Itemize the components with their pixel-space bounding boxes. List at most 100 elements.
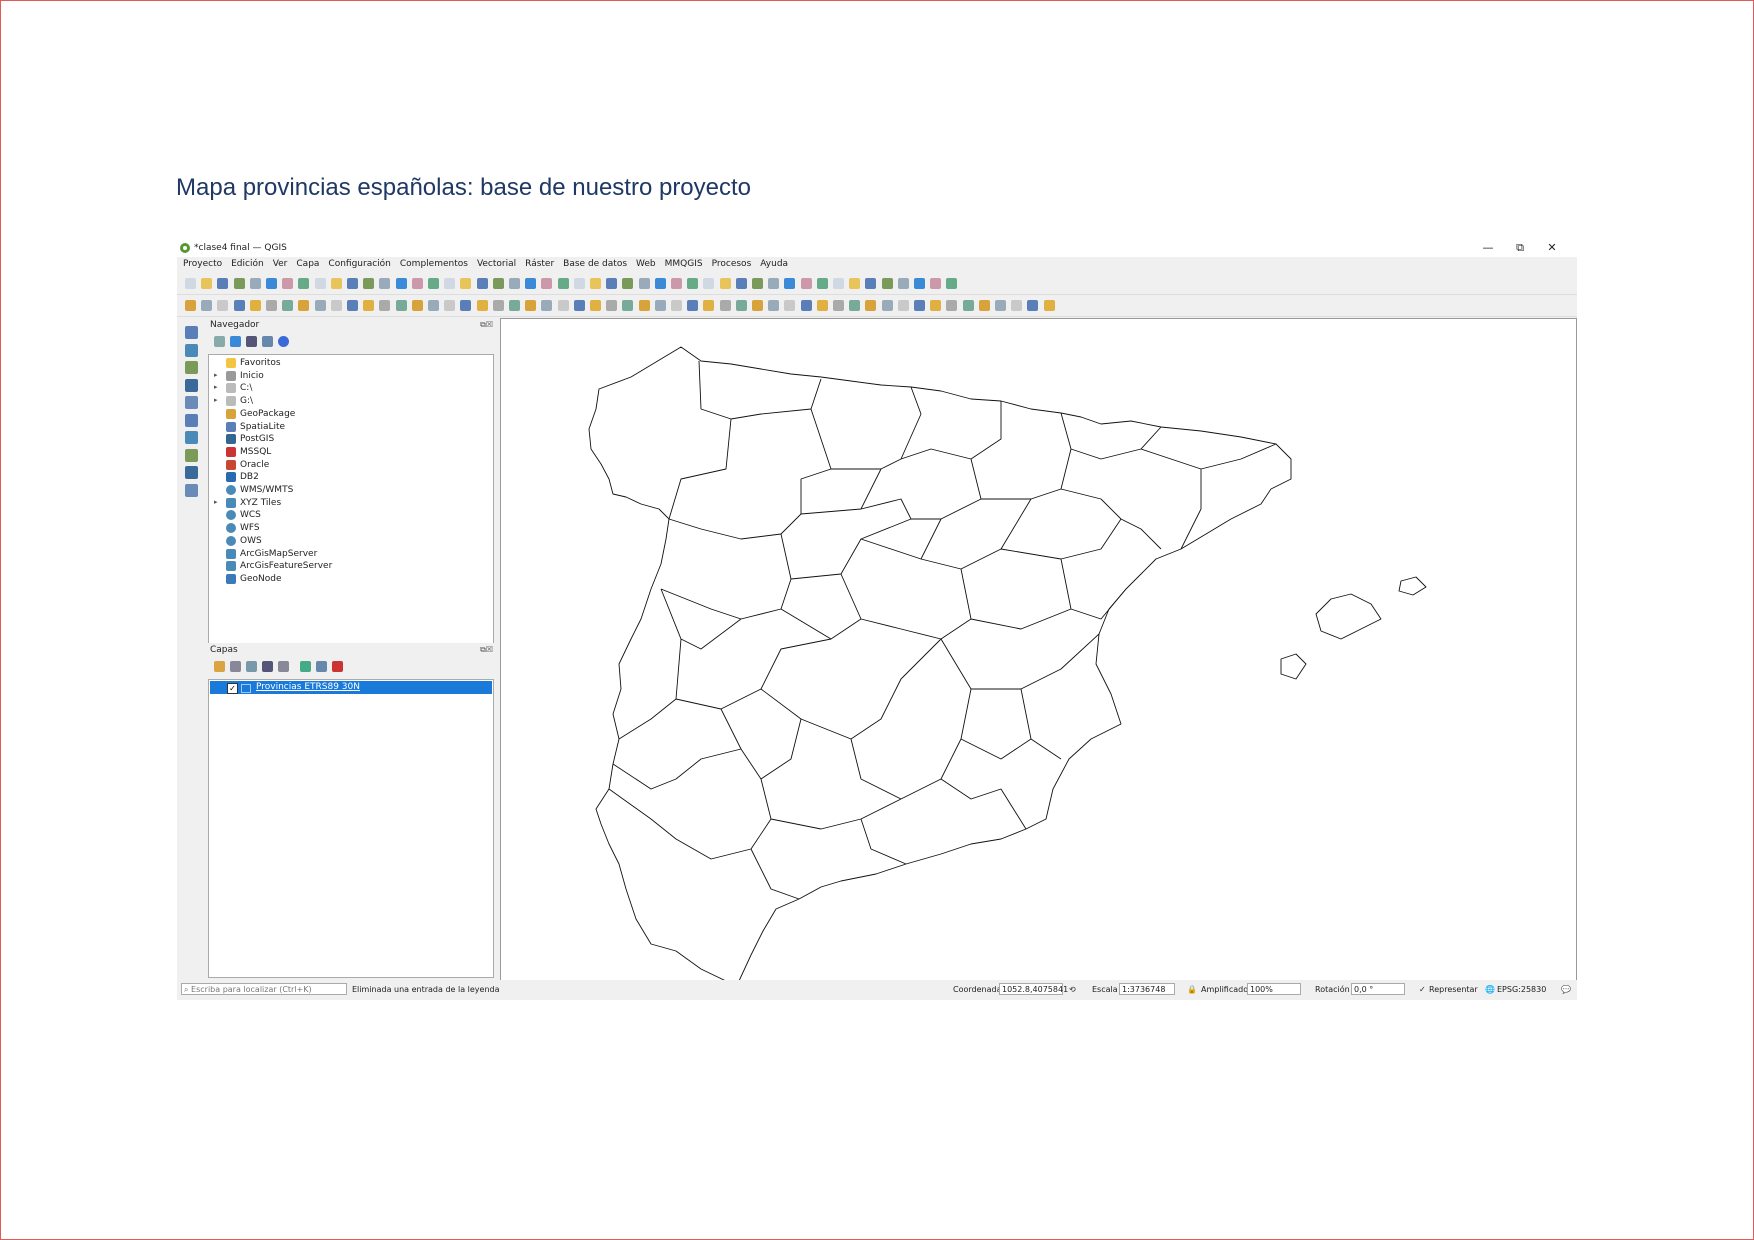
main-tool-icon[interactable] <box>266 278 277 289</box>
add-layer-icon[interactable] <box>185 326 198 339</box>
remove-layer-icon[interactable] <box>332 661 343 672</box>
edit-tool-icon[interactable] <box>849 300 861 311</box>
edit-tool-icon[interactable] <box>557 300 569 311</box>
browser-item[interactable]: PostGIS <box>209 433 489 446</box>
filter-legend-icon[interactable] <box>262 661 273 672</box>
edit-tool-icon[interactable] <box>590 300 601 311</box>
main-tool-icon[interactable] <box>914 278 925 289</box>
edit-tool-icon[interactable] <box>654 300 666 311</box>
menu-ayuda[interactable]: Ayuda <box>760 257 788 271</box>
toggle-extents-icon[interactable]: ⟲ <box>1069 984 1076 996</box>
main-tool-icon[interactable] <box>492 278 504 289</box>
browser-item[interactable]: ▸ Inicio <box>209 370 489 383</box>
edit-tool-icon[interactable] <box>347 300 358 311</box>
main-tool-icon[interactable] <box>282 278 294 289</box>
edit-tool-icon[interactable] <box>914 300 925 311</box>
browser-item[interactable]: ▸ C:\ <box>209 382 489 395</box>
main-tool-icon[interactable] <box>347 278 358 289</box>
edit-tool-icon[interactable] <box>233 300 245 311</box>
edit-tool-icon[interactable] <box>606 300 618 311</box>
edit-tool-icon[interactable] <box>525 300 537 311</box>
menu-base-de-datos[interactable]: Base de datos <box>563 257 627 271</box>
edit-tool-icon[interactable] <box>395 300 407 311</box>
main-tool-icon[interactable] <box>460 278 472 289</box>
restore-button[interactable]: ⧉ <box>1505 241 1535 255</box>
main-tool-icon[interactable] <box>233 278 245 289</box>
main-tool-icon[interactable] <box>363 278 375 289</box>
main-tool-icon[interactable] <box>816 278 828 289</box>
menu-ver[interactable]: Ver <box>273 257 288 271</box>
close-button[interactable]: ✕ <box>1537 241 1567 254</box>
add-layer-icon[interactable] <box>185 431 198 444</box>
edit-tool-icon[interactable] <box>865 300 877 311</box>
refresh-icon[interactable] <box>230 336 241 347</box>
main-tool-icon[interactable] <box>606 278 618 289</box>
main-tool-icon[interactable] <box>735 278 747 289</box>
main-tool-icon[interactable] <box>622 278 634 289</box>
browser-item[interactable]: Favoritos <box>209 357 489 370</box>
main-tool-icon[interactable] <box>897 278 909 289</box>
manage-visibility-icon[interactable] <box>246 661 257 672</box>
add-layer-icon[interactable] <box>185 466 198 479</box>
main-tool-icon[interactable] <box>687 278 699 289</box>
main-tool-icon[interactable] <box>833 278 844 289</box>
browser-item[interactable]: MSSQL <box>209 446 489 459</box>
browser-item[interactable]: ▸ G:\ <box>209 395 489 408</box>
main-tool-icon[interactable] <box>784 278 796 289</box>
main-tool-icon[interactable] <box>314 278 326 289</box>
edit-tool-icon[interactable] <box>1043 300 1055 311</box>
browser-item[interactable]: GeoPackage <box>209 408 489 421</box>
magnifier-field[interactable]: 100% <box>1247 983 1301 995</box>
main-tool-icon[interactable] <box>476 278 488 289</box>
main-tool-icon[interactable] <box>768 278 780 289</box>
messages-icon[interactable]: 💬 <box>1561 984 1571 996</box>
collapse-all-icon[interactable] <box>262 336 273 347</box>
expand-arrow-icon[interactable]: ▸ <box>214 383 218 391</box>
main-tool-icon[interactable] <box>557 278 569 289</box>
edit-tool-icon[interactable] <box>541 300 553 311</box>
edit-tool-icon[interactable] <box>282 300 294 311</box>
expand-arrow-icon[interactable]: ▸ <box>214 498 218 506</box>
browser-tree[interactable]: Favoritos ▸ Inicio ▸ C:\ ▸ G:\ GeoPackage Spatia… <box>208 354 494 644</box>
locator-search-input[interactable]: ⌕ Escriba para localizar (Ctrl+K) <box>181 983 347 995</box>
main-tool-icon[interactable] <box>541 278 553 289</box>
menu-vectorial[interactable]: Vectorial <box>477 257 516 271</box>
edit-tool-icon[interactable] <box>671 300 682 311</box>
edit-tool-icon[interactable] <box>881 300 893 311</box>
edit-tool-icon[interactable] <box>816 300 828 311</box>
panel-float-close-icons[interactable]: ⧉☒ <box>480 320 493 330</box>
edit-tool-icon[interactable] <box>962 300 974 311</box>
add-group-icon[interactable] <box>230 661 241 672</box>
crs-label[interactable]: EPSG:25830 <box>1497 984 1546 996</box>
main-tool-icon[interactable] <box>330 278 342 289</box>
scale-field[interactable]: 1:3736748 <box>1119 983 1175 995</box>
filter-expression-icon[interactable] <box>278 661 289 672</box>
browser-item[interactable]: WMS/WMTS <box>209 484 489 497</box>
main-tool-icon[interactable] <box>849 278 861 289</box>
main-tool-icon[interactable] <box>185 278 196 289</box>
main-tool-icon[interactable] <box>201 278 213 289</box>
main-tool-icon[interactable] <box>249 278 261 289</box>
add-layer-icon[interactable] <box>185 448 198 462</box>
crs-globe-icon[interactable]: 🌐 <box>1485 984 1495 996</box>
edit-tool-icon[interactable] <box>768 300 780 311</box>
main-tool-icon[interactable] <box>654 278 666 289</box>
edit-tool-icon[interactable] <box>752 300 763 311</box>
render-checkbox[interactable]: ✓ <box>1419 984 1426 996</box>
expand-all-icon[interactable] <box>300 661 311 672</box>
edit-tool-icon[interactable] <box>509 300 520 311</box>
map-canvas[interactable] <box>500 318 1577 982</box>
edit-tool-icon[interactable] <box>492 300 504 311</box>
edit-tool-icon[interactable] <box>1027 300 1039 311</box>
edit-tool-icon[interactable] <box>833 300 844 311</box>
add-layer-icon[interactable] <box>185 483 198 497</box>
main-tool-icon[interactable] <box>881 278 893 289</box>
browser-item[interactable]: OWS <box>209 535 489 548</box>
edit-tool-icon[interactable] <box>930 300 942 311</box>
add-layer-icon[interactable] <box>185 396 198 409</box>
edit-tool-icon[interactable] <box>217 300 229 311</box>
main-tool-icon[interactable] <box>411 278 423 289</box>
main-tool-icon[interactable] <box>638 278 650 289</box>
browser-item[interactable]: DB2 <box>209 471 489 484</box>
info-icon[interactable] <box>278 336 289 347</box>
